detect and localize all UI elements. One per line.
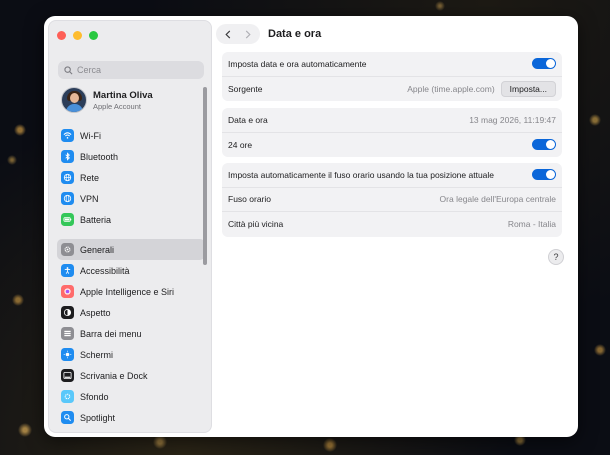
- sidebar-item-label: Apple Intelligence e Siri: [80, 286, 175, 297]
- h24-row: 24 ore: [222, 133, 562, 158]
- toolbar: Data e ora: [216, 24, 321, 44]
- avatar: [61, 87, 87, 113]
- sidebar-item-label: Accessibilità: [80, 265, 130, 276]
- auto-time-toggle[interactable]: [532, 58, 556, 70]
- window-controls: [57, 31, 98, 40]
- timezone-row: Fuso orario Ora legale dell'Europa centr…: [222, 188, 562, 212]
- sidebar-item-label: Bluetooth: [80, 151, 119, 162]
- h24-toggle[interactable]: [532, 139, 556, 151]
- city-row: Città più vicina Roma - Italia: [222, 212, 562, 237]
- auto-time-label: Imposta data e ora automaticamente: [228, 58, 367, 69]
- main-content: Data e ora Imposta data e ora automatica…: [216, 16, 578, 437]
- sidebar-item-schermi[interactable]: Schermi: [57, 344, 205, 365]
- globe-icon: [61, 171, 74, 184]
- bluetooth-icon: [61, 150, 74, 163]
- timezone-group: Imposta automaticamente il fuso orario u…: [222, 163, 562, 237]
- close-window-button[interactable]: [57, 31, 66, 40]
- sidebar-item-bluetooth[interactable]: Bluetooth: [57, 146, 205, 167]
- appearance-icon: [61, 306, 74, 319]
- sidebar-item-label: Barra dei menu: [80, 328, 142, 339]
- account-subtitle: Apple Account: [93, 101, 141, 111]
- auto-timezone-toggle[interactable]: [532, 169, 556, 181]
- sidebar-group: Generali Accessibilità Apple Intelligence …: [57, 239, 205, 428]
- sidebar-item-generali[interactable]: Generali: [57, 239, 205, 260]
- search-field[interactable]: [58, 61, 204, 79]
- vpn-globe-icon: [61, 192, 74, 205]
- help-button[interactable]: ?: [548, 249, 564, 265]
- set-source-button[interactable]: Imposta...: [500, 80, 556, 97]
- timezone-value: Ora legale dell'Europa centrale: [439, 194, 556, 205]
- minimize-window-button[interactable]: [73, 31, 82, 40]
- sidebar-item-rete[interactable]: Rete: [57, 167, 205, 188]
- sidebar-item-vpn[interactable]: VPN: [57, 188, 205, 209]
- sidebar-item-label: Wi-Fi: [80, 130, 101, 141]
- sidebar-item-label: VPN: [80, 193, 99, 204]
- gear-icon: [61, 243, 74, 256]
- datetime-row: Data e ora 13 mag 2026, 11:19:47: [222, 108, 562, 133]
- sidebar-item-apple-intelligence-e-siri[interactable]: Apple Intelligence e Siri: [57, 281, 205, 302]
- battery-icon: [61, 213, 74, 226]
- sidebar-item-batteria[interactable]: Batteria: [57, 209, 205, 230]
- wifi-icon: [61, 129, 74, 142]
- sidebar-scrollbar[interactable]: [203, 87, 207, 265]
- spotlight-icon: [61, 411, 74, 424]
- sidebar-item-wi-fi[interactable]: Wi-Fi: [57, 125, 205, 146]
- datetime-value: 13 mag 2026, 11:19:47: [469, 114, 556, 125]
- sidebar-item-sfondo[interactable]: Sfondo: [57, 386, 205, 407]
- sidebar-item-label: Scrivania e Dock: [80, 370, 148, 381]
- sidebar-item-scrivania-e-dock[interactable]: Scrivania e Dock: [57, 365, 205, 386]
- search-input[interactable]: [77, 65, 197, 75]
- apple-account[interactable]: Martina Oliva Apple Account: [61, 87, 153, 113]
- chevron-right-icon: [245, 29, 251, 39]
- forward-button[interactable]: [240, 26, 256, 42]
- city-value: Roma - Italia: [507, 219, 556, 230]
- wallpaper-icon: [61, 390, 74, 403]
- sidebar-item-label: Generali: [80, 244, 115, 255]
- sidebar-item-label: Sfondo: [80, 391, 109, 402]
- history-nav: [216, 24, 260, 44]
- sidebar-item-label: Aspetto: [80, 307, 111, 318]
- menubar-icon: [61, 327, 74, 340]
- sidebar-group: Wi-Fi Bluetooth Rete VPN Batteria: [57, 125, 205, 230]
- city-label: Città più vicina: [228, 219, 284, 230]
- sidebar-item-label: Spotlight: [80, 412, 116, 423]
- display-icon: [61, 348, 74, 361]
- zoom-window-button[interactable]: [89, 31, 98, 40]
- datetime-group: Data e ora 13 mag 2026, 11:19:47 24 ore: [222, 108, 562, 157]
- accessibility-icon: [61, 264, 74, 277]
- sidebar-nav: Wi-Fi Bluetooth Rete VPN Batteria Generali Acc…: [57, 125, 205, 437]
- h24-label: 24 ore: [228, 139, 253, 150]
- sidebar-item-barra-dei-menu[interactable]: Barra dei menu: [57, 323, 205, 344]
- account-name: Martina Oliva: [93, 89, 153, 101]
- auto-time-group: Imposta data e ora automaticamente Sorge…: [222, 52, 562, 101]
- siri-icon: [61, 285, 74, 298]
- datetime-label: Data e ora: [228, 114, 268, 125]
- sidebar-item-accessibilit[interactable]: Accessibilità: [57, 260, 205, 281]
- sidebar-item-label: Rete: [80, 172, 100, 183]
- sidebar-item-label: Batteria: [80, 214, 112, 225]
- source-row: Sorgente Apple (time.apple.com) Imposta.…: [222, 77, 562, 102]
- sidebar: Martina Oliva Apple Account Wi-Fi Bluetoo…: [48, 20, 212, 433]
- sidebar-item-label: Schermi: [80, 349, 114, 360]
- dock-icon: [61, 369, 74, 382]
- auto-time-row: Imposta data e ora automaticamente: [222, 52, 562, 77]
- timezone-label: Fuso orario: [228, 194, 271, 205]
- back-button[interactable]: [220, 26, 236, 42]
- search-icon: [64, 65, 73, 74]
- chevron-left-icon: [225, 29, 231, 39]
- auto-timezone-row: Imposta automaticamente il fuso orario u…: [222, 163, 562, 188]
- sidebar-item-spotlight[interactable]: Spotlight: [57, 407, 205, 428]
- system-settings-window: Martina Oliva Apple Account Wi-Fi Bluetoo…: [44, 16, 578, 437]
- page-title: Data e ora: [268, 28, 322, 40]
- sidebar-item-aspetto[interactable]: Aspetto: [57, 302, 205, 323]
- auto-timezone-label: Imposta automaticamente il fuso orario u…: [228, 169, 495, 180]
- source-label: Sorgente: [228, 83, 263, 94]
- source-value: Apple (time.apple.com): [407, 83, 495, 94]
